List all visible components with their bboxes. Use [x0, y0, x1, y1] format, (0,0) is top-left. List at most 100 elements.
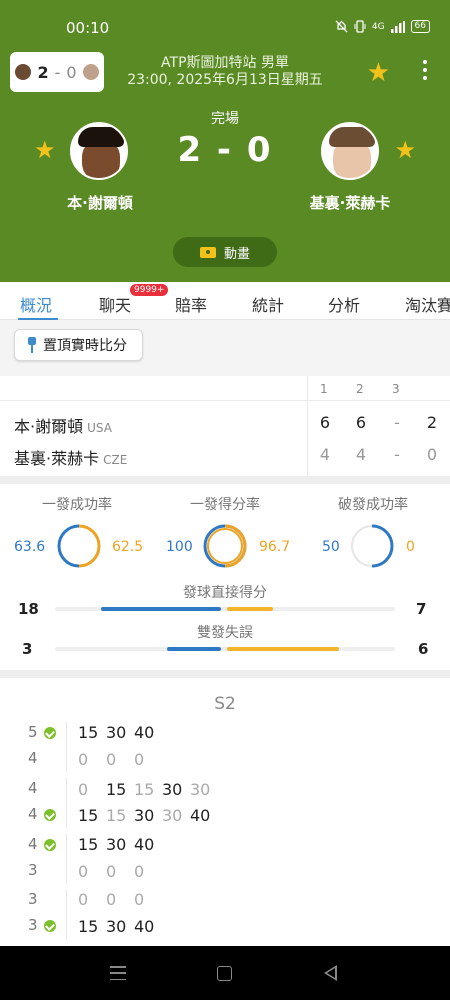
tournament-info: ATP斯圖加特站 男單 23:00, 2025年6月13日星期五 — [120, 55, 330, 89]
point-value: 15 — [78, 835, 99, 854]
section-divider-2 — [0, 670, 450, 678]
game-3-divider — [66, 834, 67, 884]
point-value: 40 — [134, 835, 155, 854]
recent-apps-icon[interactable] — [110, 966, 126, 980]
back-icon[interactable] — [324, 965, 337, 981]
animation-icon — [199, 246, 216, 258]
player-2-set-3: - — [394, 445, 400, 464]
tab-knockout[interactable]: 淘汰賽 — [405, 292, 450, 316]
bar-1-home-value: 18 — [18, 600, 39, 618]
player-2-row: 基裏·萊赫卡 CZE — [14, 445, 127, 469]
match-score: 2 - 0 — [177, 130, 273, 170]
ring-1-title: 一發成功率 — [42, 497, 112, 513]
player-2-mini-avatar — [82, 64, 99, 80]
pin-live-score-button[interactable]: 置頂實時比分 — [14, 329, 143, 361]
stats-summary: 一發成功率 一發得分率 破發成功率 63.6 62.5 100 96.7 50 … — [0, 484, 450, 670]
bar-2-home-fill — [167, 647, 221, 651]
home-icon[interactable] — [217, 966, 232, 981]
player-1-set-3: - — [394, 413, 400, 432]
point-by-point: S2 5 15 30 40 4 0 0 0 4 0 15 15 30 30 4 … — [0, 678, 450, 946]
set-header-1: 1 — [320, 382, 328, 396]
signal-text: 4G — [371, 21, 385, 32]
game-4-divider — [66, 890, 67, 940]
animation-button[interactable]: 動畫 — [173, 237, 277, 267]
set-header-2: 2 — [356, 382, 364, 396]
ring-3-title: 破發成功率 — [338, 497, 408, 513]
match-status: 完場 — [211, 111, 239, 127]
game-2-bottom-score: 4 — [28, 805, 38, 823]
ring-2-home-value: 100 — [166, 539, 193, 555]
point-value: 15 — [106, 806, 127, 825]
point-value: 30 — [106, 835, 127, 854]
serve-check-icon — [44, 727, 56, 739]
point-value: 0 — [134, 890, 145, 909]
tab-overview[interactable]: 概況 — [20, 292, 52, 316]
status-bar: 00:10 4G 66 — [0, 0, 450, 48]
serve-check-icon — [44, 839, 56, 851]
ring-2-title: 一發得分率 — [190, 497, 260, 513]
player-2-set-2: 4 — [355, 445, 367, 464]
tab-stats[interactable]: 統計 — [252, 292, 284, 316]
mini-scoreboard[interactable]: 2 - 0 — [10, 52, 104, 92]
favorite-match-star-icon[interactable]: ★ — [367, 60, 390, 86]
bar-1-away-value: 7 — [416, 600, 427, 618]
bar-1-track — [55, 607, 395, 611]
serve-check-icon — [44, 809, 56, 821]
player-1-row-name: 本·謝爾頓 — [14, 417, 84, 436]
point-value: 0 — [78, 862, 89, 881]
tab-analysis[interactable]: 分析 — [328, 292, 360, 316]
mute-icon — [335, 20, 348, 33]
point-value: 30 — [134, 806, 155, 825]
mini-score-away: 0 — [66, 62, 77, 82]
player-2-set-1: 4 — [319, 445, 331, 464]
player-1-country: USA — [87, 421, 112, 435]
player-1-current-game: 2 — [426, 413, 438, 432]
table-divider — [0, 400, 450, 401]
point-value: 0 — [106, 890, 117, 909]
point-value: 15 — [78, 806, 99, 825]
point-value: 0 — [78, 780, 89, 799]
chat-badge: 9999+ — [130, 284, 169, 296]
point-value: 30 — [190, 780, 211, 799]
ring-3-away-value: 0 — [406, 539, 415, 555]
point-value: 0 — [134, 750, 145, 769]
ring-1-away-value: 62.5 — [112, 539, 144, 555]
pin-icon — [27, 337, 37, 353]
game-1-divider — [66, 722, 67, 772]
bar-2-title: 雙發失誤 — [197, 625, 253, 641]
player-1-row: 本·謝爾頓 USA — [14, 413, 112, 437]
point-value: 15 — [134, 780, 155, 799]
status-icons: 4G 66 — [335, 20, 430, 33]
point-value: 0 — [106, 750, 117, 769]
set-title: S2 — [214, 694, 236, 714]
player-2-row-name: 基裏·萊赫卡 — [14, 449, 100, 468]
more-options-icon[interactable] — [422, 60, 428, 80]
point-value: 15 — [78, 723, 99, 742]
player-2-current-game: 0 — [426, 445, 438, 464]
tab-odds[interactable]: 賠率 — [175, 292, 207, 316]
battery-icon: 66 — [410, 20, 430, 33]
ring-1-home-value: 63.6 — [14, 539, 46, 555]
favorite-player-2-star-icon[interactable]: ★ — [394, 138, 416, 162]
player-1-mini-avatar — [15, 64, 32, 80]
player-2-avatar[interactable] — [321, 122, 379, 180]
player-1-name[interactable]: 本·謝爾頓 — [30, 192, 170, 213]
point-value: 40 — [134, 723, 155, 742]
player-2-name[interactable]: 基裏·萊赫卡 — [280, 192, 420, 213]
player-2-country: CZE — [103, 453, 128, 467]
tab-chat[interactable]: 聊天 — [99, 292, 131, 316]
point-value: 15 — [78, 917, 99, 936]
tab-bar: 概況 聊天 9999+ 賠率 統計 分析 淘汰賽 — [0, 282, 450, 320]
system-nav-bar — [0, 946, 450, 1000]
favorite-player-1-star-icon[interactable]: ★ — [34, 138, 56, 162]
ring-3-home-value: 50 — [322, 539, 340, 555]
pin-area: 置頂實時比分 — [0, 320, 450, 376]
point-value: 40 — [190, 806, 211, 825]
player-1-avatar[interactable] — [70, 122, 128, 180]
point-value: 0 — [134, 862, 145, 881]
status-time: 00:10 — [66, 19, 110, 37]
player-1-set-2: 6 — [355, 413, 367, 432]
bar-2-home-value: 3 — [22, 640, 33, 658]
point-value: 30 — [106, 723, 127, 742]
game-4-bottom-score: 3 — [28, 916, 38, 934]
